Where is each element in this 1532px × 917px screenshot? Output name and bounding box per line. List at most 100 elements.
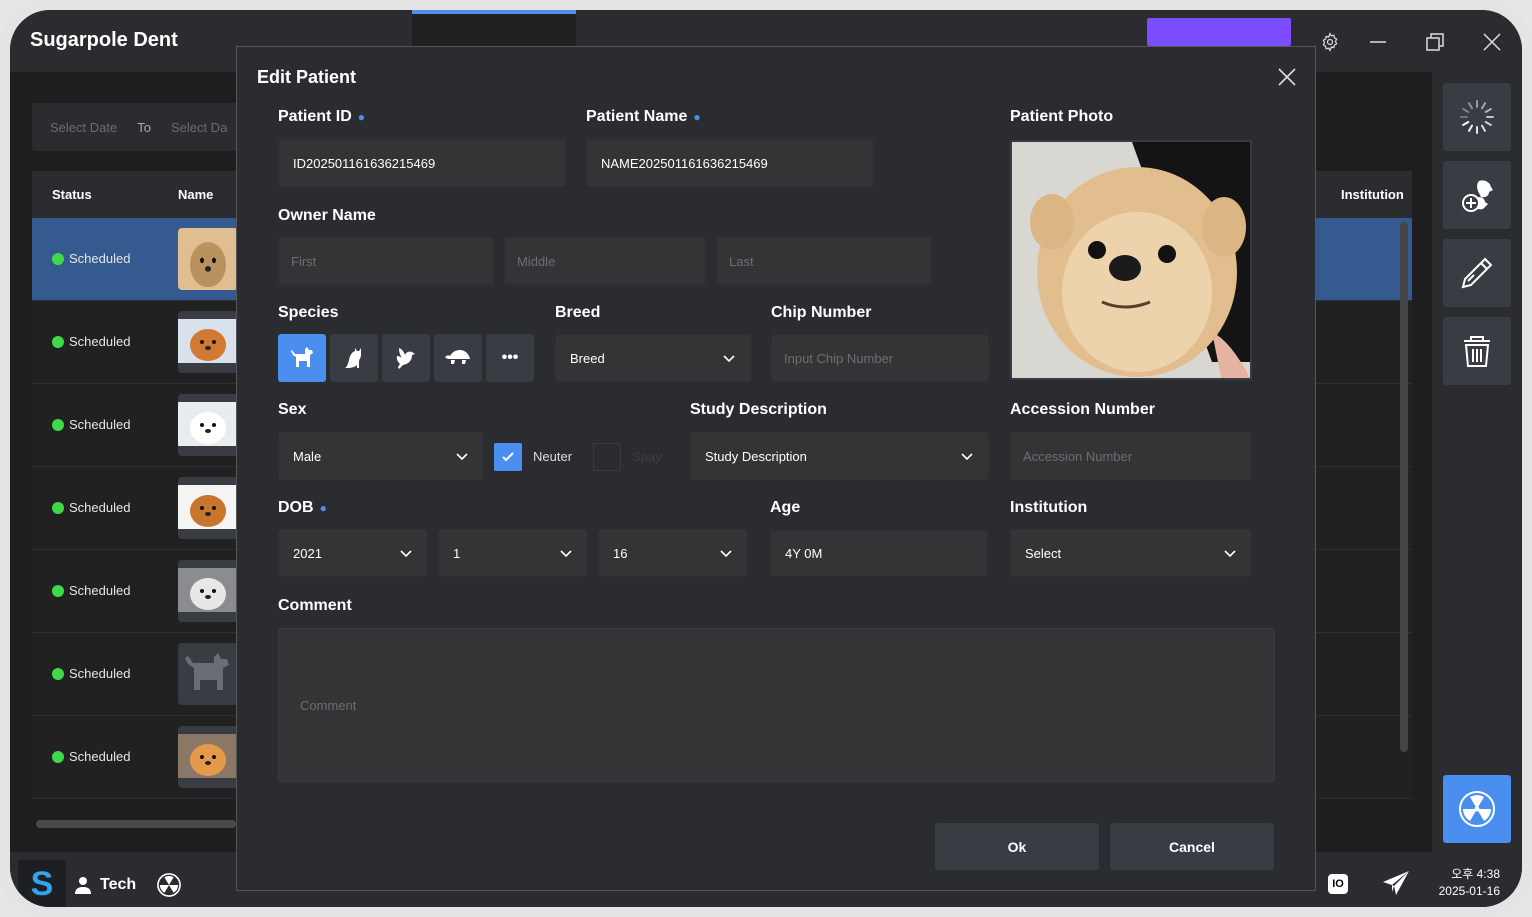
clock-date: 2025-01-16 [1438, 884, 1500, 898]
institution-label: Institution [1010, 499, 1088, 516]
required-icon: ● [693, 109, 701, 124]
status-badge: Scheduled [52, 583, 130, 598]
status-dot-icon [52, 418, 64, 431]
start-date-input[interactable]: Select Date [50, 120, 117, 135]
delete-button[interactable] [1443, 317, 1511, 385]
owner-last-name-input[interactable]: Last [716, 237, 932, 285]
institution-select[interactable]: Select [1010, 529, 1252, 577]
patient-thumbnail[interactable] [178, 726, 238, 788]
sex-select[interactable]: Male [278, 432, 484, 480]
ok-button[interactable]: Ok [935, 823, 1099, 870]
comment-textarea[interactable]: Comment [278, 628, 1275, 782]
status-label: Scheduled [69, 334, 131, 349]
pomeranian-photo [1012, 142, 1250, 378]
horizontal-scrollbar[interactable] [36, 820, 236, 828]
dob-label: DOB ● [278, 499, 327, 516]
patient-thumbnail[interactable] [178, 477, 238, 539]
to-label: To [137, 119, 151, 135]
bird-icon [396, 348, 415, 369]
app-logo[interactable]: S [18, 860, 66, 907]
spay-label: Spay [632, 449, 662, 464]
close-icon [1278, 68, 1296, 86]
patient-photo-label: Patient Photo [1010, 108, 1114, 125]
status-dot-icon [52, 335, 64, 348]
patient-thumbnail[interactable] [178, 560, 238, 622]
species-dog-button[interactable] [278, 334, 326, 382]
dog-icon [291, 347, 313, 367]
user-icon [75, 877, 91, 894]
patient-thumbnail[interactable] [178, 394, 238, 456]
edit-button[interactable] [1443, 239, 1511, 307]
dob-month-select[interactable]: 1 [438, 529, 588, 577]
spinner-tick [1468, 102, 1473, 110]
spinner-icon [1460, 100, 1494, 134]
close-icon[interactable] [1480, 30, 1504, 54]
sex-label: Sex [278, 401, 307, 418]
study-description-value: Study Description [705, 448, 807, 464]
species-cat-button[interactable] [330, 334, 378, 382]
checkmark-icon [502, 452, 514, 462]
spinner-tick [1481, 102, 1486, 110]
end-date-input[interactable]: Select Da [171, 120, 227, 135]
species-label: Species [278, 304, 339, 321]
owner-middle-name-input[interactable]: Middle [504, 237, 706, 285]
user-info[interactable]: Tech [74, 872, 182, 898]
dob-year-select[interactable]: 2021 [278, 529, 428, 577]
accession-number-input[interactable]: Accession Number [1010, 432, 1252, 480]
column-name[interactable]: Name [178, 187, 213, 202]
patient-thumbnail[interactable] [178, 228, 238, 290]
settings-icon[interactable] [1318, 30, 1342, 54]
comment-label: Comment [278, 597, 352, 614]
dob-day-select[interactable]: 16 [598, 529, 748, 577]
cat-photo [178, 568, 238, 612]
radiation-button[interactable] [1443, 775, 1511, 843]
pencil-icon [1461, 257, 1493, 289]
golden-retriever-photo [178, 485, 238, 529]
patient-name-input[interactable]: NAME202501161636215469 [586, 139, 874, 187]
breed-select[interactable]: Breed [555, 334, 751, 382]
spinner-tick [1468, 124, 1473, 132]
patient-thumbnail[interactable] [178, 643, 238, 705]
species-more-button[interactable]: ••• [486, 334, 534, 382]
dob-day-value: 16 [613, 545, 628, 561]
chevron-down-icon [1224, 550, 1236, 558]
status-dot-icon [52, 584, 64, 597]
required-icon: ● [357, 109, 366, 124]
status-badge: Scheduled [52, 749, 130, 764]
dialog-close-button[interactable] [1277, 67, 1299, 89]
minimize-icon[interactable] [1366, 30, 1390, 54]
cancel-button[interactable]: Cancel [1110, 823, 1274, 870]
patient-thumbnail[interactable] [178, 311, 238, 373]
required-icon: ● [319, 500, 327, 515]
turtle-icon [445, 350, 470, 364]
io-status-icon[interactable]: IO [1328, 874, 1348, 894]
dog-placeholder-icon [185, 653, 229, 690]
owner-first-name-input[interactable]: First [278, 237, 494, 285]
status-label: Scheduled [69, 666, 131, 681]
send-icon[interactable] [1382, 870, 1410, 901]
chip-number-input[interactable]: Input Chip Number [771, 334, 989, 382]
neuter-checkbox[interactable] [494, 443, 522, 471]
neuter-label: Neuter [533, 449, 573, 464]
column-institution[interactable]: Institution [1341, 187, 1404, 202]
loading-spinner-button[interactable] [1443, 83, 1511, 151]
breed-value: Breed [570, 350, 605, 366]
patient-photo[interactable] [1010, 140, 1252, 380]
spinner-tick [1484, 108, 1492, 113]
device-frame: Sugarpole Dent Select Date To Select Da … [0, 0, 1532, 917]
status-dot-icon [52, 252, 64, 265]
add-patient-button[interactable] [1443, 161, 1511, 229]
status-label: Scheduled [69, 251, 131, 266]
chevron-down-icon [961, 453, 973, 461]
column-status[interactable]: Status [52, 187, 92, 202]
species-bird-button[interactable] [382, 334, 430, 382]
vertical-scrollbar[interactable] [1400, 222, 1408, 752]
status-dot-icon [52, 667, 64, 680]
restore-icon[interactable] [1423, 30, 1447, 54]
spay-checkbox[interactable] [593, 443, 621, 471]
top-action-button[interactable] [1147, 18, 1291, 46]
study-description-select[interactable]: Study Description [690, 432, 989, 480]
radiation-icon [1459, 791, 1495, 827]
patient-id-input[interactable]: ID202501161636215469 [278, 139, 566, 187]
species-turtle-button[interactable] [434, 334, 482, 382]
